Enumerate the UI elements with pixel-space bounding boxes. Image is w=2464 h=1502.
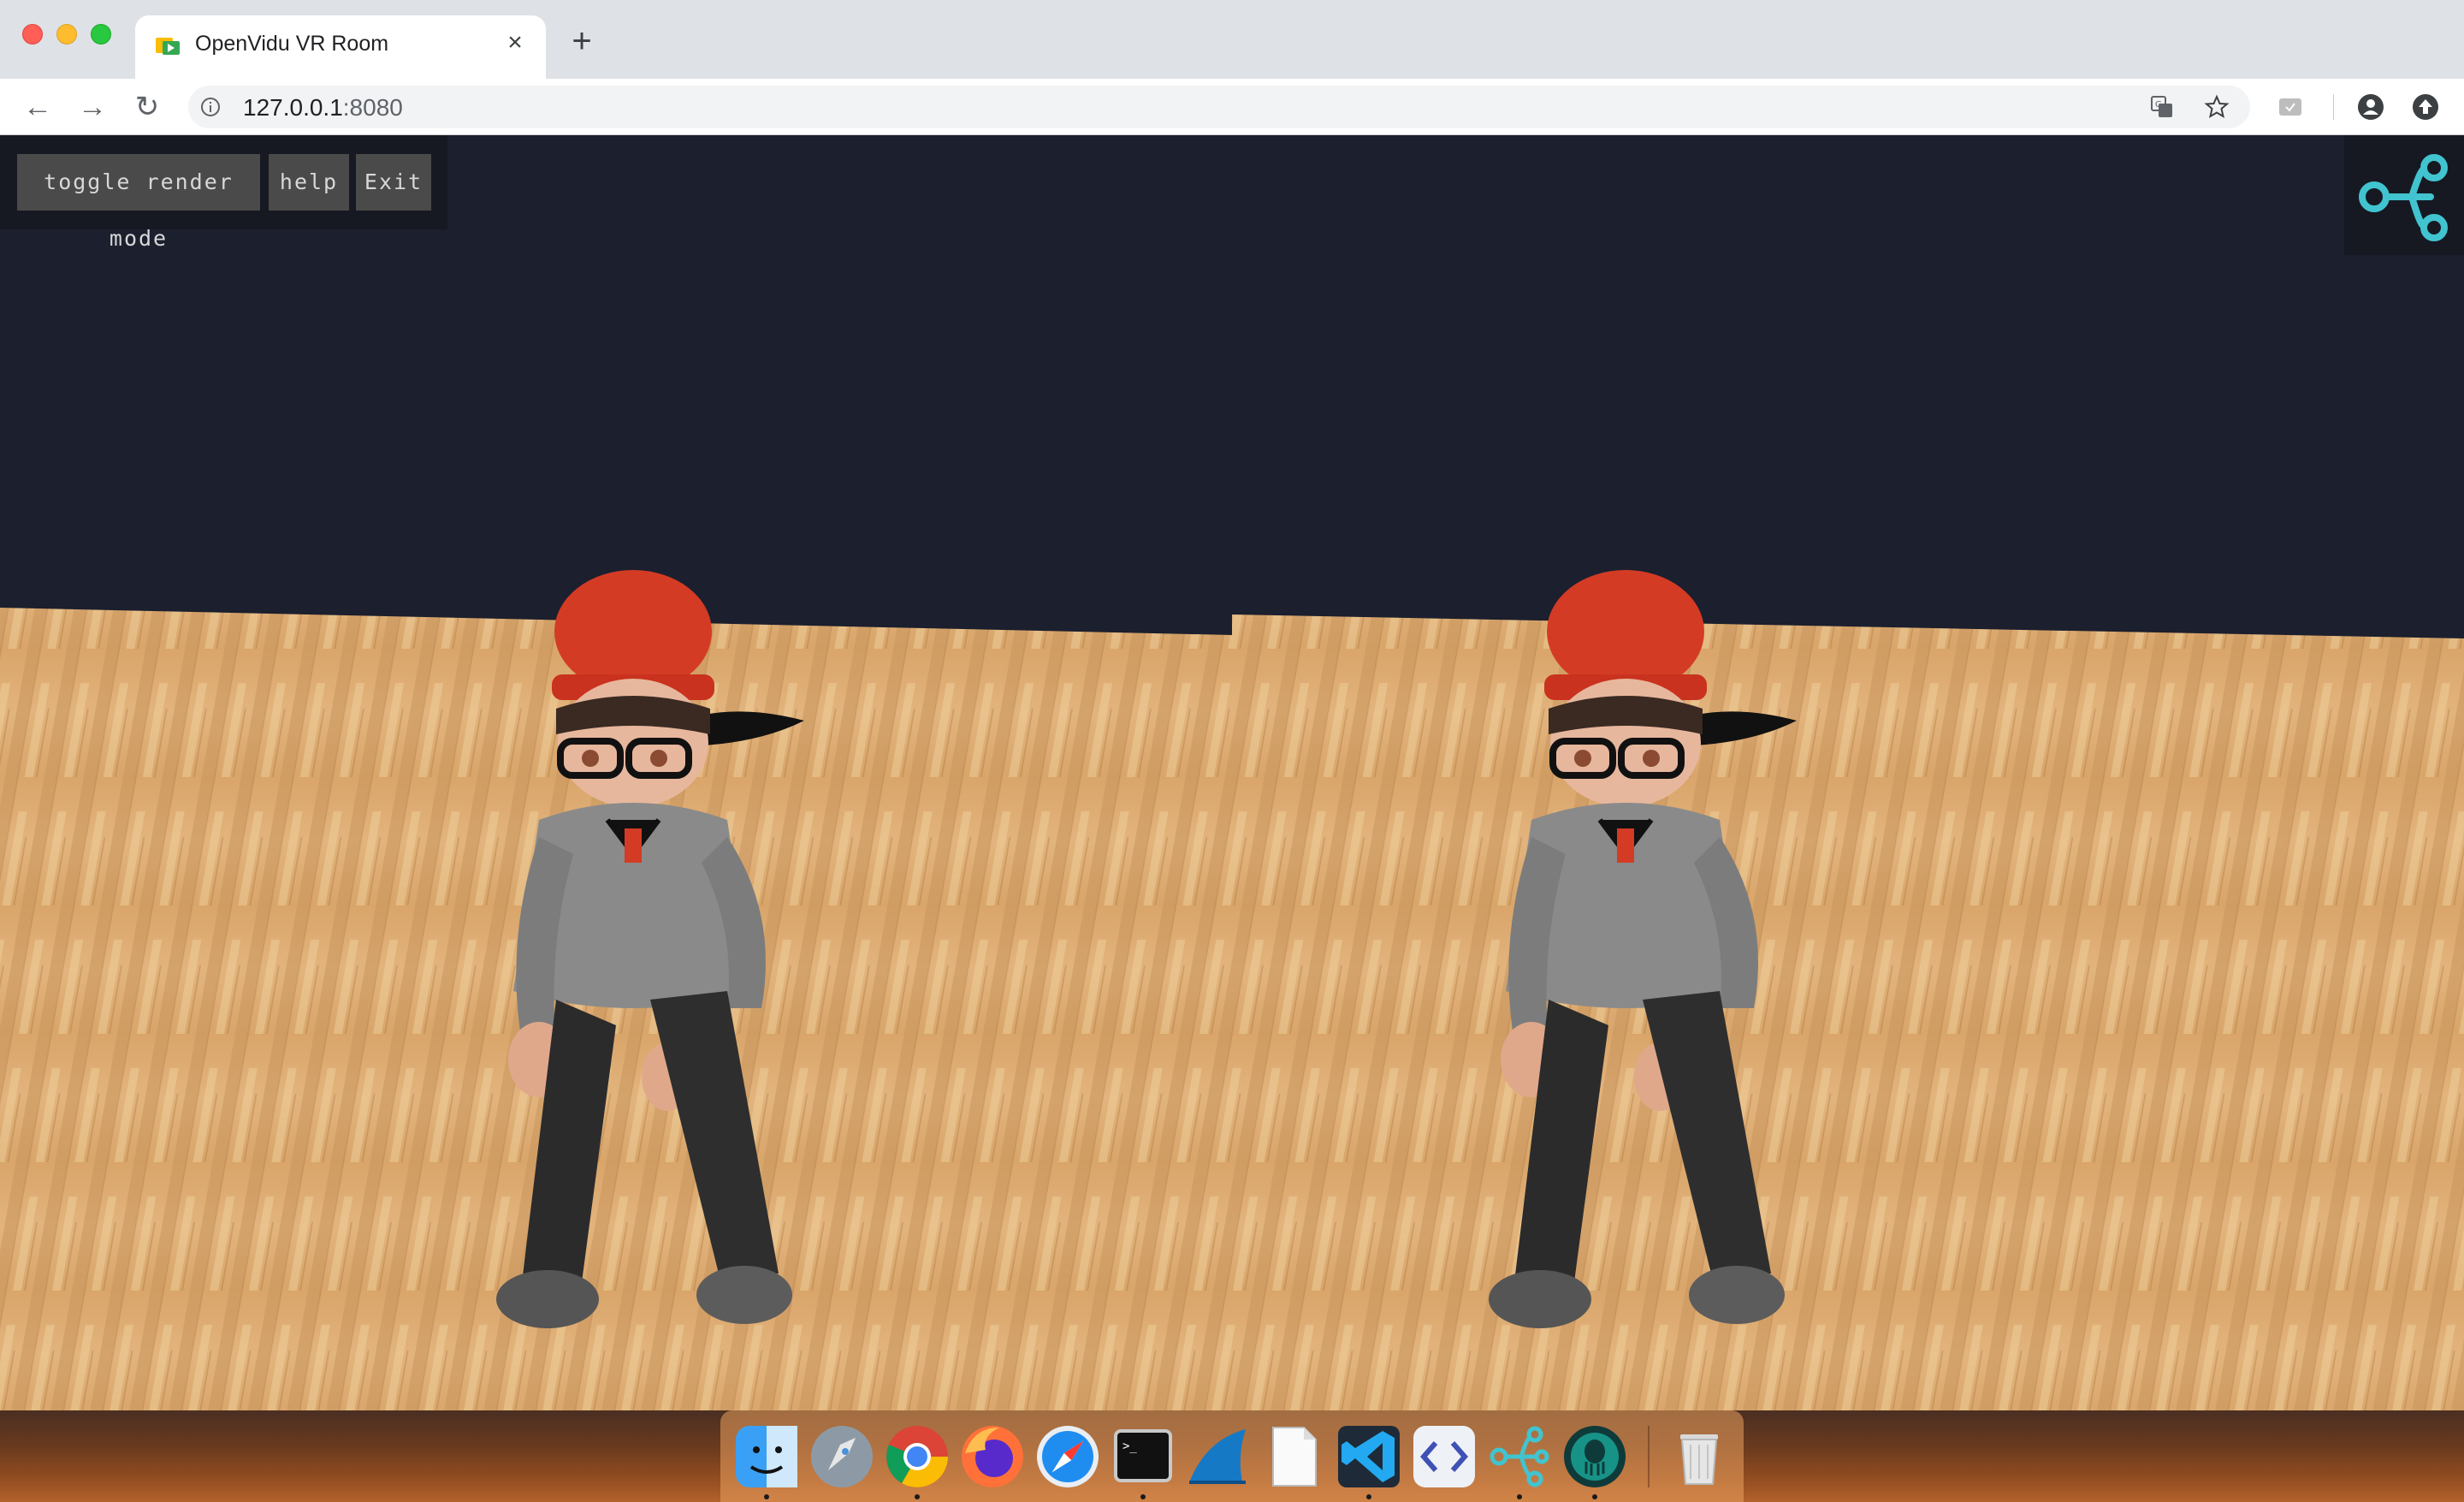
dock-running-indicator xyxy=(764,1494,769,1499)
help-button[interactable]: help xyxy=(269,154,349,211)
cast-icon[interactable] xyxy=(2276,92,2305,122)
browser-toolbar: ← → ↻ 127.0.0.1:8080 G xyxy=(0,79,2464,135)
launchpad-icon[interactable] xyxy=(808,1422,876,1491)
textedit-icon[interactable] xyxy=(1259,1422,1328,1491)
macos-dock: >_ xyxy=(720,1410,1744,1502)
firefox-icon[interactable] xyxy=(958,1422,1027,1491)
url-host: 127.0.0.1 xyxy=(243,94,343,121)
vr-scene[interactable]: toggle render mode help Exit xyxy=(0,135,2464,1410)
browser-tabbar: OpenVidu VR Room × + xyxy=(0,0,2464,79)
tab-close-icon[interactable]: × xyxy=(501,29,529,56)
safari-icon[interactable] xyxy=(1034,1422,1102,1491)
url-port: :8080 xyxy=(342,94,403,121)
stereo-scene xyxy=(0,570,2464,1410)
exit-button[interactable]: Exit xyxy=(356,154,431,211)
left-eye-view xyxy=(0,570,1232,1410)
dock-running-indicator xyxy=(915,1494,920,1499)
trash-icon[interactable] xyxy=(1665,1422,1733,1491)
wireshark-icon[interactable] xyxy=(1184,1422,1253,1491)
chrome-icon[interactable] xyxy=(883,1422,951,1491)
terminal-icon[interactable]: >_ xyxy=(1109,1422,1177,1491)
dock-separator xyxy=(1648,1426,1650,1487)
openvidu-logo-icon[interactable] xyxy=(2344,135,2464,255)
translate-icon[interactable]: G xyxy=(2149,94,2175,120)
openvidu-favicon-icon xyxy=(156,38,180,55)
toggle-render-mode-button[interactable]: toggle render mode xyxy=(17,154,260,251)
new-tab-button[interactable]: + xyxy=(565,24,599,58)
reload-button[interactable]: ↻ xyxy=(130,90,164,124)
gitkraken-icon[interactable] xyxy=(1561,1422,1629,1491)
dock-running-indicator xyxy=(1140,1494,1146,1499)
window-zoom-button[interactable] xyxy=(91,24,111,45)
right-eye-view xyxy=(1232,570,2464,1410)
dock-running-indicator xyxy=(1366,1494,1371,1499)
info-icon[interactable] xyxy=(200,97,221,117)
browser-tab-active[interactable]: OpenVidu VR Room × xyxy=(135,15,546,79)
update-icon[interactable] xyxy=(2411,92,2440,122)
profile-icon[interactable] xyxy=(2356,92,2385,122)
tab-title: OpenVidu VR Room xyxy=(195,32,389,56)
finder-icon[interactable] xyxy=(732,1422,801,1491)
window-close-button[interactable] xyxy=(22,24,43,45)
dock-running-indicator xyxy=(1592,1494,1597,1499)
address-bar[interactable]: 127.0.0.1:8080 G xyxy=(188,86,2250,128)
openvidu-icon[interactable] xyxy=(1485,1422,1554,1491)
back-button[interactable]: ← xyxy=(21,90,55,124)
svg-text:>_: >_ xyxy=(1122,1440,1137,1453)
vr-controls-panel: toggle render mode help Exit xyxy=(0,135,447,251)
xcode-icon[interactable] xyxy=(1410,1422,1478,1491)
url-text: 127.0.0.1:8080 xyxy=(243,94,403,122)
vscode-icon[interactable] xyxy=(1335,1422,1403,1491)
svg-text:G: G xyxy=(2155,100,2162,110)
bookmark-star-icon[interactable] xyxy=(2204,94,2230,120)
forward-button[interactable]: → xyxy=(75,90,110,124)
window-minimize-button[interactable] xyxy=(56,24,77,45)
dock-running-indicator xyxy=(1517,1494,1522,1499)
floor-right xyxy=(1232,614,2464,1410)
toolbar-separator xyxy=(2333,94,2334,120)
